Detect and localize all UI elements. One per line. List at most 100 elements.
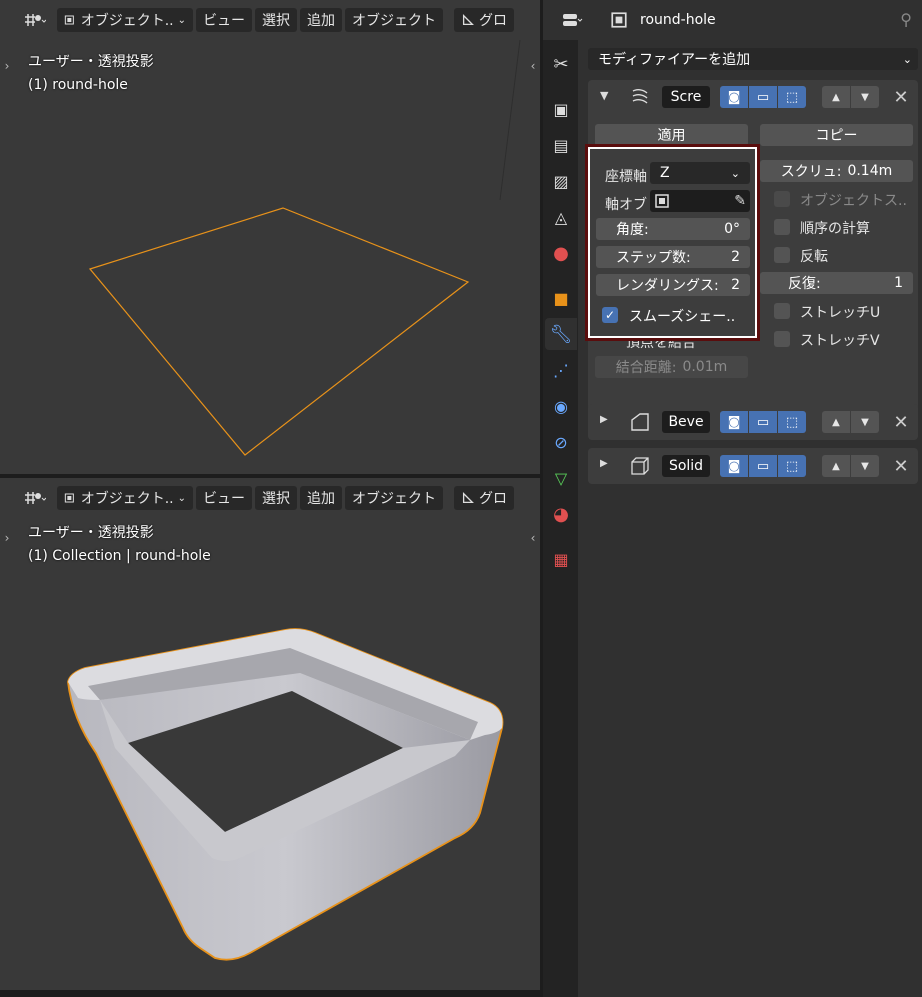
copy-button[interactable]: コピー: [760, 124, 913, 146]
tab-output[interactable]: ▤: [545, 129, 577, 161]
editmode-toggle[interactable]: ⬚: [778, 411, 806, 433]
move-up-button[interactable]: ▲: [822, 86, 850, 108]
viewport-toggle[interactable]: ▭: [749, 455, 777, 477]
move-up-button[interactable]: ▲: [822, 411, 850, 433]
move-down-button[interactable]: ▼: [851, 86, 879, 108]
triangle-up-icon: ▲: [832, 416, 840, 428]
apply-button[interactable]: 適用: [595, 124, 748, 146]
particles-icon: ⋰: [553, 360, 569, 380]
pin-icon[interactable]: ⚲: [900, 10, 912, 29]
area-divider[interactable]: [0, 474, 540, 478]
merge-distance-field[interactable]: 結合距離: 0.01m: [595, 356, 748, 378]
editor-type-button[interactable]: [553, 8, 593, 32]
axis-object-field[interactable]: ✎: [650, 190, 750, 212]
world-icon: ●: [553, 242, 569, 264]
screw-icon: [632, 89, 648, 104]
stretch-u-checkbox[interactable]: [774, 303, 790, 319]
remove-modifier-button[interactable]: ✕: [890, 411, 912, 433]
tab-physics[interactable]: ◉: [545, 390, 577, 422]
bevel-name-field[interactable]: Beve: [662, 411, 710, 433]
solidify-modifier: ▶ Solid ◙ ▭ ⬚ ▲ ▼ ✕: [588, 448, 918, 484]
tab-scene[interactable]: ◬: [545, 201, 577, 233]
screw-name-field[interactable]: Scre: [662, 86, 710, 108]
stretch-v-label: ストレッチV: [800, 333, 880, 349]
tab-particles[interactable]: ⋰: [545, 354, 577, 386]
camera-icon: ◙: [727, 458, 741, 474]
tab-modifiers[interactable]: 🔧︎: [545, 318, 577, 350]
editmode-toggle[interactable]: ⬚: [778, 455, 806, 477]
flip-checkbox[interactable]: [774, 247, 790, 263]
image-icon: ▨: [553, 171, 569, 191]
tab-constraints[interactable]: ⊘: [545, 426, 577, 458]
axis-object-label: 軸オブ: [605, 197, 647, 213]
tab-material[interactable]: ◕: [545, 498, 577, 530]
monitor-icon: ▭: [756, 414, 770, 430]
steps-field[interactable]: ステップ数: 2: [596, 246, 750, 268]
solidify-icon: [631, 457, 649, 475]
add-modifier-dropdown[interactable]: モディファイアーを追加 ⌄: [588, 48, 918, 70]
smooth-shading-checkbox[interactable]: ✓: [602, 307, 618, 323]
calc-order-checkbox[interactable]: [774, 219, 790, 235]
mesh-data-icon: ▽: [554, 468, 568, 488]
stretch-u-label: ストレッチU: [800, 305, 881, 321]
expand-triangle-icon[interactable]: ▶: [600, 414, 608, 425]
remove-modifier-button[interactable]: ✕: [890, 86, 912, 108]
object-icon: ■: [553, 288, 569, 308]
tab-object[interactable]: ■: [545, 282, 577, 314]
move-up-button[interactable]: ▲: [822, 455, 850, 477]
wrench-icon: 🔧︎: [549, 323, 573, 345]
tab-data[interactable]: ▽: [545, 462, 577, 494]
bevel-icon: [631, 413, 649, 431]
scene-icon: ◬: [554, 207, 568, 227]
object-screw-checkbox[interactable]: [774, 191, 790, 207]
axis-dropdown[interactable]: Z ⌄: [650, 162, 750, 184]
monitor-icon: ▭: [756, 89, 770, 105]
output-icon: ▤: [553, 135, 569, 155]
move-down-button[interactable]: ▼: [851, 455, 879, 477]
editmode-toggle[interactable]: ⬚: [778, 86, 806, 108]
tab-view-layer[interactable]: ▨: [545, 165, 577, 197]
move-down-button[interactable]: ▼: [851, 411, 879, 433]
object-name: round-hole: [640, 12, 716, 28]
angle-label: 角度:: [616, 222, 649, 238]
viewport-toggle[interactable]: ▭: [749, 86, 777, 108]
viewport-bottom[interactable]: オブジェクト.. ⌄ ビュー 選択 追加 オブジェクト グロ ユーザー・透視投影…: [0, 478, 540, 990]
viewport-top[interactable]: オブジェクト.. ⌄ ビュー 選択 追加 オブジェクト グロ ユーザー・透視投影…: [0, 0, 540, 474]
render-toggle[interactable]: ◙: [720, 455, 748, 477]
steps-label: ステップ数:: [616, 250, 691, 266]
round-hole-object[interactable]: [0, 478, 540, 990]
triangle-up-icon: ▲: [832, 460, 840, 472]
properties-editor-icon: [563, 14, 583, 26]
solidify-name-field[interactable]: Solid: [662, 455, 710, 477]
calc-order-label: 順序の計算: [800, 221, 870, 237]
render-toggle[interactable]: ◙: [720, 411, 748, 433]
object-mode-icon: [655, 194, 669, 208]
tab-tool[interactable]: ✂: [545, 48, 577, 80]
angle-field[interactable]: 角度: 0°: [596, 218, 750, 240]
monitor-icon: ▭: [756, 458, 770, 474]
render-toggle[interactable]: ◙: [720, 86, 748, 108]
properties-header: round-hole ⚲: [543, 0, 922, 40]
tool-icon: ✂: [553, 53, 569, 75]
tab-world[interactable]: ●: [545, 237, 577, 269]
camera-icon: ◙: [727, 414, 741, 430]
material-icon: ◕: [553, 503, 569, 525]
plane-object[interactable]: [0, 0, 540, 474]
screw-offset-field[interactable]: スクリュ: 0.14m: [760, 160, 913, 182]
properties-tabs: ✂ ▣ ▤ ▨ ◬ ● ■ 🔧︎ ⋰ ◉ ⊘ ▽ ◕ ▦: [543, 40, 578, 997]
stretch-v-checkbox[interactable]: [774, 331, 790, 347]
remove-modifier-button[interactable]: ✕: [890, 455, 912, 477]
tab-render[interactable]: ▣: [545, 93, 577, 125]
viewport-toggle[interactable]: ▭: [749, 411, 777, 433]
collapse-triangle-icon[interactable]: ▼: [600, 89, 608, 102]
steps-value: 2: [731, 249, 740, 265]
triangle-up-icon: ▲: [832, 91, 840, 103]
iterations-field[interactable]: 反復: 1: [760, 272, 913, 294]
tab-texture[interactable]: ▦: [545, 543, 577, 575]
expand-triangle-icon[interactable]: ▶: [600, 458, 608, 469]
close-icon: ✕: [893, 411, 909, 433]
physics-icon: ◉: [554, 396, 568, 416]
render-steps-field[interactable]: レンダリングス: 2: [596, 274, 750, 296]
eyedropper-icon[interactable]: ✎: [734, 193, 746, 209]
editmode-icon: ⬚: [785, 89, 799, 105]
